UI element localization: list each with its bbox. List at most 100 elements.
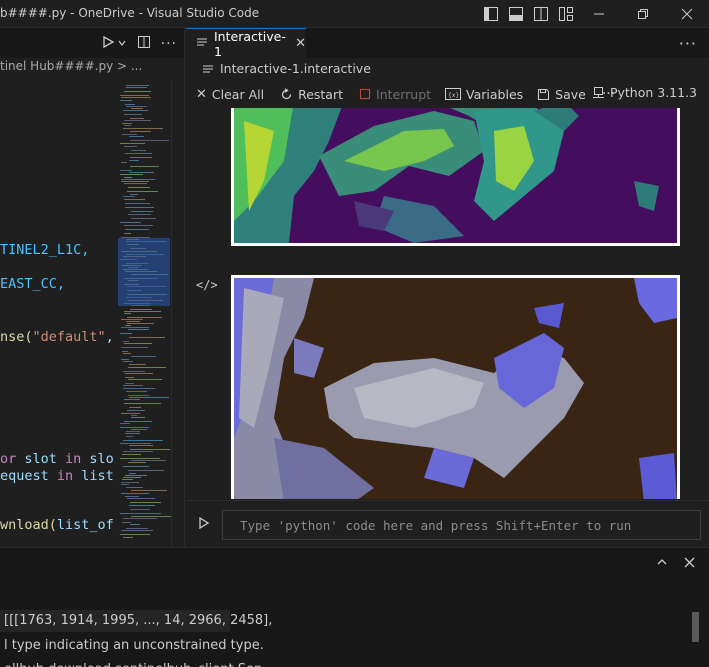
minimap-line <box>120 427 149 428</box>
restart-icon <box>281 87 292 99</box>
minimap-line <box>131 429 147 430</box>
close-panel-icon[interactable] <box>684 557 695 572</box>
minimap-line <box>122 522 131 523</box>
split-editor-icon[interactable] <box>137 35 151 53</box>
minimap-line <box>123 371 145 372</box>
minimap-line <box>124 114 142 115</box>
left-breadcrumb[interactable]: tinel Hub####.py > ... <box>0 59 142 81</box>
minimap-line <box>124 233 131 234</box>
minimap-line <box>123 385 143 386</box>
minimap-line <box>128 329 149 330</box>
save-label: Save <box>555 86 586 102</box>
minimap-line <box>130 309 152 310</box>
minimap-line <box>125 325 131 326</box>
minimap-line <box>124 311 161 312</box>
code-line[interactable]: EAST_CC, <box>0 276 65 292</box>
minimap-line <box>124 183 147 184</box>
minimap-line <box>124 125 131 126</box>
code-line[interactable]: wnload(list_of_re <box>0 517 114 533</box>
left-editor: ··· tinel Hub####.py > ... TINEL2_L1C, EA… <box>0 28 185 547</box>
toggle-secondary-sidebar-icon[interactable] <box>530 6 552 22</box>
run-python-file-icon[interactable] <box>101 35 115 53</box>
close-window-icon[interactable] <box>665 0 709 28</box>
minimap-line <box>131 490 167 491</box>
code-line[interactable]: TINEL2_L1C, <box>0 242 89 258</box>
minimap-line <box>120 333 132 334</box>
minimap-viewport[interactable] <box>118 238 170 306</box>
maximize-panel-icon[interactable] <box>656 556 668 572</box>
code-input[interactable]: Type 'python' code here and press Shift+… <box>222 510 701 540</box>
output-image-2 <box>231 275 680 499</box>
minimap-line <box>125 475 147 476</box>
minimap-line <box>130 509 150 510</box>
minimap-line <box>123 196 135 197</box>
interrupt-button[interactable]: Interrupt <box>359 87 431 102</box>
minimap-line <box>121 181 149 182</box>
panel-line-2: l type indicating an unconstrained type. <box>4 638 264 653</box>
satellite-image-true-color <box>234 278 677 499</box>
interactive-window: Interactive-1 ✕ ··· Interactive-1.intera… <box>186 28 709 547</box>
minimap-line <box>129 136 144 137</box>
minimize-icon[interactable] <box>577 0 621 28</box>
minimap-line <box>125 373 153 374</box>
tab-interactive-1[interactable]: Interactive-1 ✕ <box>186 28 306 59</box>
minimap-line <box>131 516 172 517</box>
code-line[interactable]: nse("default", M <box>0 329 114 345</box>
minimap[interactable] <box>114 81 172 547</box>
minimap-line <box>120 222 141 223</box>
code-token: TINEL2_L1C, <box>0 242 90 258</box>
minimap-line <box>130 449 170 450</box>
save-button[interactable]: Save <box>537 87 586 102</box>
restart-button[interactable]: Restart <box>280 87 343 102</box>
minimap-line <box>130 157 152 158</box>
toggle-panel-icon[interactable] <box>505 6 527 22</box>
minimap-line <box>125 229 149 230</box>
code-input-placeholder: Type 'python' code here and press Shift+… <box>240 517 632 533</box>
minimap-line <box>121 179 155 180</box>
minimap-line <box>123 353 131 354</box>
satellite-image-viridis <box>234 108 677 243</box>
minimap-line <box>124 399 140 400</box>
close-tab-icon[interactable]: ✕ <box>295 36 306 51</box>
panel-scrollbar[interactable] <box>692 612 699 642</box>
show-code-icon[interactable]: </> <box>196 278 218 292</box>
code-line[interactable]: equest in list_o <box>0 468 114 484</box>
minimap-line <box>121 493 149 494</box>
minimap-line <box>126 431 140 432</box>
code-line[interactable]: or slot in slots <box>0 451 114 467</box>
window-title: b####.py - OneDrive - Visual Studio Code <box>0 6 260 20</box>
minimap-line <box>131 356 156 357</box>
minimap-line <box>123 477 141 478</box>
more-actions-icon[interactable]: ··· <box>161 36 177 52</box>
minimap-line <box>122 454 141 455</box>
clear-all-button[interactable]: ✕ Clear All <box>196 87 264 102</box>
minimap-line <box>124 120 151 121</box>
kernel-icon <box>592 87 604 98</box>
toggle-primary-sidebar-icon[interactable] <box>480 6 502 22</box>
run-dropdown-chevron-icon[interactable] <box>117 37 127 52</box>
code-area[interactable]: TINEL2_L1C, EAST_CC, nse("default", M or sl… <box>0 81 114 547</box>
interactive-breadcrumb[interactable]: Interactive-1.interactive <box>202 61 371 76</box>
editor-scrollbar[interactable] <box>171 81 184 547</box>
minimap-line <box>124 421 152 422</box>
minimap-line <box>121 530 153 531</box>
code-token: wnload( <box>0 517 57 533</box>
variables-button[interactable]: {x} Variables <box>445 87 523 102</box>
minimap-line <box>124 343 152 344</box>
minimap-line <box>125 207 154 208</box>
panel-line-1: [[[1763, 1914, 1995, ..., 14, 2966, 2458… <box>0 610 272 632</box>
restart-label: Restart <box>298 86 344 102</box>
kernel-picker[interactable]: Python 3.11.3 <box>592 85 697 100</box>
minimap-line <box>126 321 140 322</box>
minimap-line <box>131 150 146 151</box>
minimap-line <box>126 391 147 392</box>
output-area[interactable]: </> <box>186 108 709 499</box>
restore-icon[interactable] <box>621 0 665 28</box>
interrupt-label: Interrupt <box>376 86 432 102</box>
customize-layout-icon[interactable] <box>555 6 577 22</box>
interactive-more-actions-icon[interactable]: ··· <box>679 34 697 53</box>
interactive-file-icon <box>203 65 213 72</box>
kernel-label: Python 3.11.3 <box>609 85 697 100</box>
run-input-icon[interactable] <box>198 516 210 533</box>
minimap-line <box>120 143 145 144</box>
